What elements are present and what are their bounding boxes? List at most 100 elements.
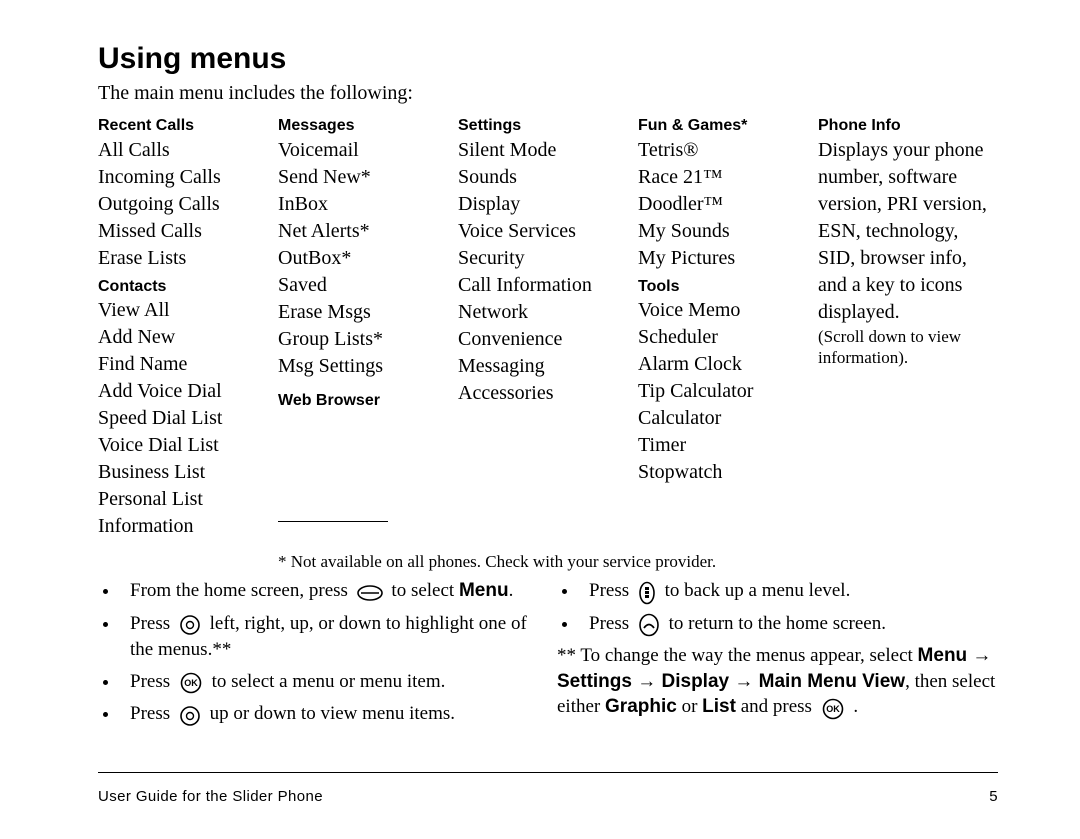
text: to back up a menu level. xyxy=(665,580,851,601)
text: to select a menu or menu item. xyxy=(212,671,446,692)
cat-messages: Messages xyxy=(278,111,458,137)
phone-info-line: number, software xyxy=(818,164,998,191)
item: Outgoing Calls xyxy=(98,191,278,218)
cat-fun-games: Fun & Games* xyxy=(638,111,818,137)
text-bold: Menu xyxy=(459,580,509,601)
double-star-note: ** To change the way the menus appear, s… xyxy=(557,643,998,721)
text: to select xyxy=(391,580,459,601)
item: Voicemail xyxy=(278,137,458,164)
item: Call Information xyxy=(458,272,638,299)
text: . xyxy=(849,696,859,717)
instructions-left: From the home screen, press to select Me… xyxy=(98,578,539,733)
text: to return to the home screen. xyxy=(669,613,886,634)
item: My Pictures xyxy=(638,245,818,272)
item: Send New* xyxy=(278,164,458,191)
item: Convenience xyxy=(458,326,638,353)
item: Business List xyxy=(98,459,278,486)
text: . xyxy=(509,580,514,601)
footer-left: User Guide for the Slider Phone xyxy=(98,788,323,805)
menu-columns: Recent Calls All Calls Incoming Calls Ou… xyxy=(98,111,998,540)
instruction-item: Press left, right, up, or down to highli… xyxy=(120,611,539,663)
item: Add Voice Dial xyxy=(98,378,278,405)
intro-text: The main menu includes the following: xyxy=(98,82,998,105)
footer-divider xyxy=(98,772,998,773)
item: Msg Settings xyxy=(278,353,458,380)
item: Voice Dial List xyxy=(98,432,278,459)
col-settings: Settings Silent Mode Sounds Display Voic… xyxy=(458,111,638,540)
phone-info-line: SID, browser info, xyxy=(818,245,998,272)
text: or xyxy=(677,696,702,717)
phone-info-note: (Scroll down to view xyxy=(818,326,998,347)
item: Erase Lists xyxy=(98,245,278,272)
item: Erase Msgs xyxy=(278,299,458,326)
nav-ring-icon xyxy=(179,702,201,728)
item: Information xyxy=(98,513,278,540)
col-fun-games: Fun & Games* Tetris® Race 21™ Doodler™ M… xyxy=(638,111,818,540)
item: Display xyxy=(458,191,638,218)
text: Press xyxy=(130,671,175,692)
item: Race 21™ xyxy=(638,164,818,191)
cat-recent-calls: Recent Calls xyxy=(98,111,278,137)
cat-web-browser: Web Browser xyxy=(278,380,458,412)
item: Missed Calls xyxy=(98,218,278,245)
item: Find Name xyxy=(98,351,278,378)
instruction-item: Press to back up a menu level. xyxy=(579,578,998,604)
item: Network xyxy=(458,299,638,326)
item: Calculator xyxy=(638,405,818,432)
text-bold: List xyxy=(702,696,736,717)
item: Incoming Calls xyxy=(98,164,278,191)
instruction-item: Press up or down to view menu items. xyxy=(120,701,539,727)
item: Scheduler xyxy=(638,324,818,351)
cat-settings: Settings xyxy=(458,111,638,137)
text: ** To change the way the menus appear, s… xyxy=(557,645,918,666)
text: Press xyxy=(130,703,175,724)
item: Timer xyxy=(638,432,818,459)
cat-contacts: Contacts xyxy=(98,272,278,298)
item: Messaging xyxy=(458,353,638,380)
item: My Sounds xyxy=(638,218,818,245)
instructions: From the home screen, press to select Me… xyxy=(98,578,998,733)
col-messages: Messages Voicemail Send New* InBox Net A… xyxy=(278,111,458,540)
cat-tools: Tools xyxy=(638,272,818,298)
item: Add New xyxy=(98,324,278,351)
item: OutBox* xyxy=(278,245,458,272)
footnote-asterisk: * Not available on all phones. Check wit… xyxy=(98,540,998,572)
phone-info-line: Displays your phone xyxy=(818,137,998,164)
text-bold: Graphic xyxy=(605,696,677,717)
item: Accessories xyxy=(458,380,638,407)
item: All Calls xyxy=(98,137,278,164)
svg-text:OK: OK xyxy=(826,704,840,714)
softkey-icon xyxy=(357,579,383,605)
item: Voice Memo xyxy=(638,297,818,324)
page-footer: User Guide for the Slider Phone 5 xyxy=(98,788,998,805)
ok-key-icon: OK xyxy=(821,695,845,721)
phone-info-line: displayed. xyxy=(818,299,998,326)
item: View All xyxy=(98,297,278,324)
page-title: Using menus xyxy=(98,42,998,76)
item: Personal List xyxy=(98,486,278,513)
item: Tip Calculator xyxy=(638,378,818,405)
svg-text:OK: OK xyxy=(184,678,198,688)
instruction-item: Press OK to select a menu or menu item. xyxy=(120,669,539,695)
phone-info-line: and a key to icons xyxy=(818,272,998,299)
text-bold: Menu xyxy=(918,645,968,666)
item: Net Alerts* xyxy=(278,218,458,245)
end-key-icon xyxy=(638,611,660,637)
item: Alarm Clock xyxy=(638,351,818,378)
item: Security xyxy=(458,245,638,272)
text: Press xyxy=(589,580,634,601)
col-phone-info: Phone Info Displays your phone number, s… xyxy=(818,111,998,540)
text: Press xyxy=(130,613,175,634)
instruction-item: From the home screen, press to select Me… xyxy=(120,578,539,604)
item: Tetris® xyxy=(638,137,818,164)
item: Stopwatch xyxy=(638,459,818,486)
cat-phone-info: Phone Info xyxy=(818,111,998,137)
col-recent-calls: Recent Calls All Calls Incoming Calls Ou… xyxy=(98,111,278,540)
instruction-item: Press to return to the home screen. xyxy=(579,611,998,637)
item: Voice Services xyxy=(458,218,638,245)
back-key-icon xyxy=(638,579,656,605)
phone-info-line: version, PRI version, xyxy=(818,191,998,218)
text: From the home screen, press xyxy=(130,580,353,601)
text: and press xyxy=(736,696,817,717)
item: Sounds xyxy=(458,164,638,191)
